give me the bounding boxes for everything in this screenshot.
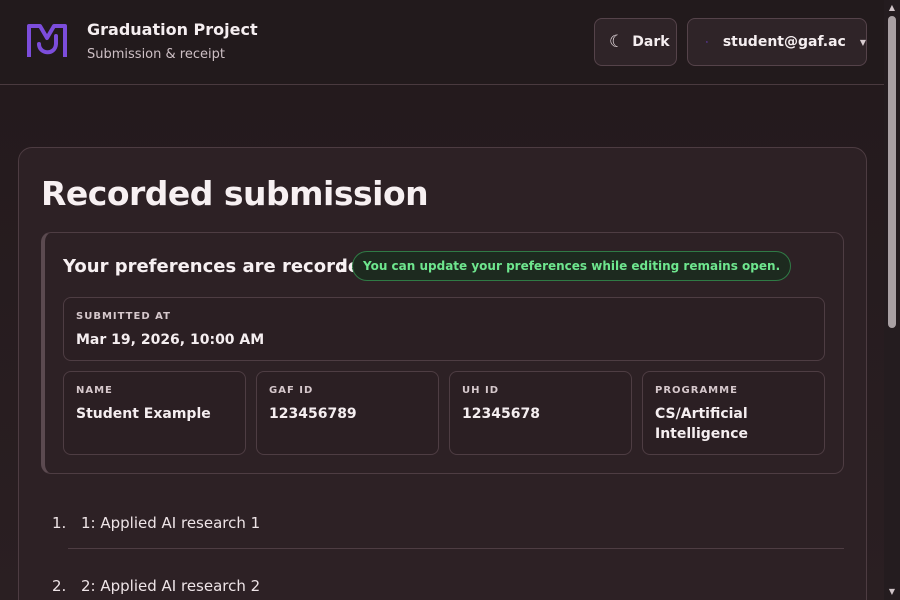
page-title: Recorded submission bbox=[41, 174, 429, 213]
top-bar: Graduation Project Submission & receipt … bbox=[0, 0, 884, 85]
user-email: student@gaf.ac bbox=[722, 34, 846, 50]
gaf-id-field: GAF ID 123456789 bbox=[256, 371, 439, 455]
programme-label: PROGRAMME bbox=[655, 385, 738, 396]
list-item: 2. 2: Applied AI research 2 bbox=[52, 577, 260, 595]
moon-icon: ☾ bbox=[609, 32, 625, 52]
list-item-number: 2. bbox=[52, 577, 67, 595]
preferences-separator: : bbox=[339, 256, 347, 277]
gaf-id-value: 123456789 bbox=[269, 406, 357, 422]
list-item: 1. 1: Applied AI research 1 bbox=[52, 514, 260, 532]
app-title: Graduation Project bbox=[87, 20, 258, 39]
theme-label: Dark bbox=[632, 34, 670, 50]
scroll-up-icon[interactable]: ▲ bbox=[884, 0, 900, 16]
theme-toggle-button[interactable]: ☾ Dark bbox=[594, 18, 677, 66]
app-subtitle: Submission & receipt bbox=[87, 47, 225, 62]
programme-value: CS/Artificial Intelligence bbox=[655, 406, 749, 442]
divider bbox=[68, 548, 844, 549]
vertical-scrollbar[interactable]: ▲ ▼ bbox=[884, 0, 900, 600]
submitted-at-label: SUBMITTED AT bbox=[76, 311, 171, 322]
preferences-title: Your preferences are recorded bbox=[63, 256, 373, 277]
list-item-number: 1. bbox=[52, 514, 67, 532]
scrollbar-thumb[interactable] bbox=[888, 16, 896, 328]
user-menu-button[interactable]: student@gaf.ac ▼ bbox=[687, 18, 867, 66]
gaf-id-label: GAF ID bbox=[269, 385, 314, 396]
name-label: NAME bbox=[76, 385, 113, 396]
programme-field: PROGRAMME CS/Artificial Intelligence bbox=[642, 371, 825, 455]
user-icon bbox=[706, 41, 708, 44]
name-value: Student Example bbox=[76, 406, 211, 422]
scroll-down-icon[interactable]: ▼ bbox=[884, 584, 900, 600]
list-item-label: 1: Applied AI research 1 bbox=[81, 514, 261, 532]
submitted-at-field: SUBMITTED AT Mar 19, 2026, 10:00 AM bbox=[63, 297, 825, 361]
chevron-down-icon: ▼ bbox=[859, 37, 866, 47]
uh-id-value: 12345678 bbox=[462, 406, 540, 422]
list-item-label: 2: Applied AI research 2 bbox=[81, 577, 261, 595]
uh-id-label: UH ID bbox=[462, 385, 499, 396]
submitted-at-value: Mar 19, 2026, 10:00 AM bbox=[76, 332, 265, 348]
logo-icon bbox=[27, 24, 67, 57]
uh-id-field: UH ID 12345678 bbox=[449, 371, 632, 455]
name-field: NAME Student Example bbox=[63, 371, 246, 455]
status-badge: You can update your preferences while ed… bbox=[352, 251, 792, 281]
